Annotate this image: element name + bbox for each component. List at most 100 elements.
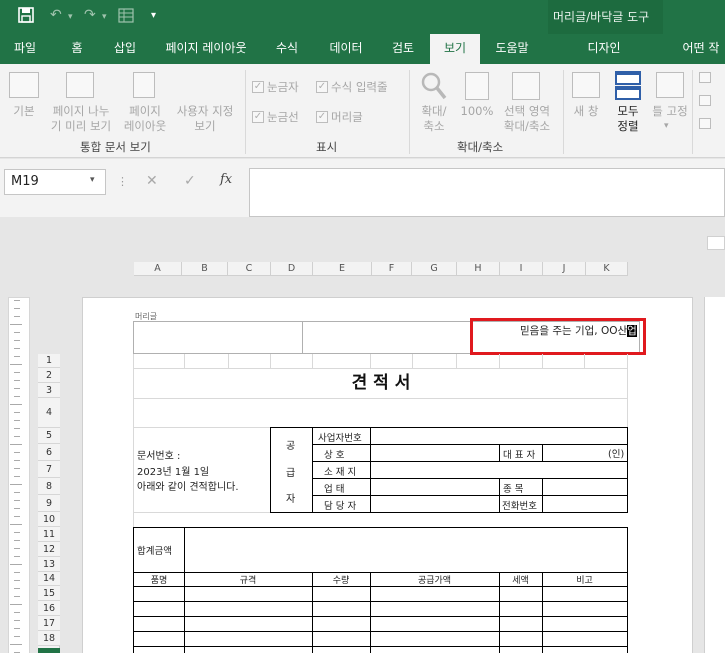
- tab-1[interactable]: 홈: [52, 34, 102, 64]
- tab-7[interactable]: 보기: [430, 34, 480, 64]
- next-print-page: [704, 297, 725, 653]
- row-header-13[interactable]: 13: [38, 557, 60, 572]
- gridline: [228, 354, 229, 368]
- zoom-100-button[interactable]: 100%: [459, 104, 495, 119]
- row-header-3[interactable]: 3: [38, 383, 60, 398]
- redo-dropdown-icon[interactable]: ▾: [102, 12, 107, 22]
- column-header-D[interactable]: D: [271, 262, 313, 276]
- tab-6[interactable]: 검토: [378, 34, 428, 64]
- ruler-tick: [14, 548, 20, 549]
- headings-checkbox[interactable]: ✓ 머리글: [316, 109, 363, 125]
- tab-5[interactable]: 데이터: [316, 34, 376, 64]
- ruler-tick: [10, 524, 22, 525]
- gridlines-checkbox[interactable]: ✓ 눈금선: [252, 109, 299, 125]
- hide-icon[interactable]: [699, 95, 711, 106]
- row-header-6[interactable]: 6: [38, 444, 60, 461]
- ceo-label: 대 표 자: [503, 450, 536, 461]
- border: [133, 527, 134, 653]
- row-header-5[interactable]: 5: [38, 428, 60, 444]
- border: [133, 586, 628, 587]
- contextual-tab-title: 머리글/바닥글 도구: [553, 10, 650, 24]
- column-header-I[interactable]: I: [500, 262, 543, 276]
- tab-9[interactable]: 디자인: [574, 34, 634, 64]
- ruler-tick: [14, 556, 20, 557]
- column-header-H[interactable]: H: [457, 262, 500, 276]
- undo-dropdown-icon[interactable]: ▾: [68, 12, 73, 22]
- header-center-section[interactable]: [302, 321, 471, 354]
- redo-icon[interactable]: ↷: [84, 7, 96, 23]
- freeze-panes-button[interactable]: 틀 고정: [648, 104, 692, 119]
- row-header-16[interactable]: 16: [38, 601, 60, 616]
- insert-function-icon[interactable]: fx: [220, 172, 232, 187]
- row-header-17[interactable]: 17: [38, 616, 60, 631]
- highlight-box: [470, 318, 646, 355]
- zoom-selection-button[interactable]: 선택 영역 확대/축소: [498, 104, 556, 134]
- page-layout-button[interactable]: 페이지 레이아웃: [118, 104, 172, 134]
- border: [312, 444, 628, 445]
- tab-2[interactable]: 삽입: [100, 34, 150, 64]
- customize-qat-icon[interactable]: ▾: [151, 10, 156, 21]
- border: [627, 527, 628, 653]
- custom-views-button[interactable]: 사용자 지정 보기: [172, 104, 238, 134]
- arrange-all-button[interactable]: 모두 정렬: [610, 104, 646, 134]
- formula-input[interactable]: [249, 168, 725, 217]
- undo-icon[interactable]: ↶: [50, 7, 62, 23]
- split-icon[interactable]: [699, 72, 711, 83]
- new-window-button[interactable]: 새 창: [568, 104, 604, 119]
- address-label: 소 재 지: [324, 467, 357, 478]
- column-header-J[interactable]: J: [543, 262, 586, 276]
- ruler-tick: [14, 372, 20, 373]
- ruler-tick: [14, 308, 20, 309]
- formula-bar-checkbox[interactable]: ✓ 수식 입력줄: [316, 79, 388, 95]
- gridline: [456, 354, 457, 368]
- row-header-2[interactable]: 2: [38, 368, 60, 383]
- row-header-15[interactable]: 15: [38, 586, 60, 601]
- tab-4[interactable]: 수식: [262, 34, 312, 64]
- tab-3[interactable]: 페이지 레이아웃: [152, 34, 260, 64]
- ruler-tick: [10, 364, 22, 365]
- new-window-icon: [572, 72, 600, 98]
- border: [133, 616, 628, 617]
- freeze-dropdown-icon[interactable]: ▾: [664, 119, 669, 134]
- row-header-14[interactable]: 14: [38, 572, 60, 586]
- group-separator: [563, 70, 564, 154]
- column-header-C[interactable]: C: [228, 262, 271, 276]
- page-break-preview-button[interactable]: 페이지 나누 기 미리 보기: [46, 104, 116, 134]
- row-header-7[interactable]: 7: [38, 461, 60, 478]
- zoom-button[interactable]: 확대/ 축소: [416, 104, 452, 134]
- save-icon[interactable]: [18, 7, 34, 27]
- column-header-B[interactable]: B: [182, 262, 228, 276]
- row-header-12[interactable]: 12: [38, 542, 60, 557]
- row-header-1[interactable]: 1: [38, 354, 60, 368]
- column-header-F[interactable]: F: [372, 262, 412, 276]
- supplier-label-3: 자: [286, 494, 296, 505]
- normal-view-button[interactable]: 기본: [8, 104, 40, 119]
- form-icon[interactable]: [118, 8, 134, 27]
- row-header-10[interactable]: 10: [38, 512, 60, 527]
- enter-icon[interactable]: ✓: [184, 173, 196, 189]
- row-header-18[interactable]: 18: [38, 631, 60, 646]
- ruler-tick: [14, 636, 20, 637]
- header-left-section[interactable]: [133, 321, 303, 354]
- column-header-G[interactable]: G: [412, 262, 457, 276]
- row-header-4[interactable]: 4: [38, 398, 60, 428]
- ruler-checkbox[interactable]: ✓ 눈금자: [252, 79, 299, 95]
- tab-10[interactable]: 어떤 작: [676, 34, 725, 64]
- row-header-8[interactable]: 8: [38, 478, 60, 495]
- row-header-11[interactable]: 11: [38, 527, 60, 542]
- row-header-9[interactable]: 9: [38, 495, 60, 512]
- ruler-tick: [14, 532, 20, 533]
- column-header-K[interactable]: K: [586, 262, 628, 276]
- gridline: [270, 354, 271, 368]
- ruler-tick: [14, 588, 20, 589]
- tab-8[interactable]: 도움말: [482, 34, 542, 64]
- group-separator: [692, 70, 693, 154]
- column-header-A[interactable]: A: [134, 262, 182, 276]
- zoom-selection-label-1: 선택 영역: [504, 104, 550, 118]
- tab-0[interactable]: 파일: [0, 34, 50, 64]
- cancel-icon[interactable]: ✕: [146, 173, 158, 189]
- seal-label: (인): [608, 449, 625, 460]
- column-header-E[interactable]: E: [313, 262, 372, 276]
- unhide-icon[interactable]: [699, 118, 711, 129]
- name-box-dropdown-icon[interactable]: ▾: [90, 175, 95, 185]
